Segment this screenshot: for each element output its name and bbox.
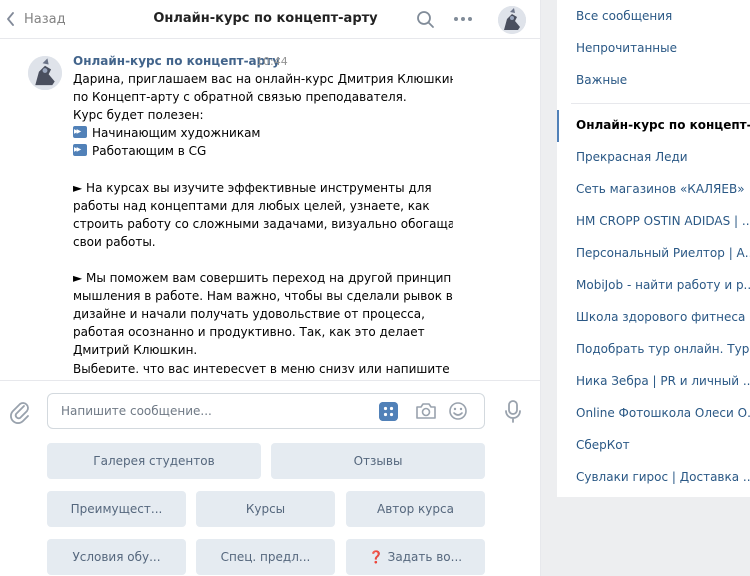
filter-all-messages[interactable]: Все сообщения bbox=[576, 9, 672, 23]
conversation-item[interactable]: Персональный Риелтор | А... bbox=[576, 246, 750, 260]
microphone-icon[interactable] bbox=[503, 399, 523, 425]
message-line: ► Мы поможем вам совершить переход на др… bbox=[73, 271, 452, 286]
conversation-item[interactable]: Подобрать тур онлайн. Тур... bbox=[576, 342, 750, 356]
message-line: строить работу со сложными задачами, виз… bbox=[73, 216, 453, 231]
conversation-item[interactable]: Прекрасная Леди bbox=[576, 150, 688, 164]
message-line: Начинающим художникам bbox=[73, 124, 453, 142]
message-text: Дарина, приглашаем вас на онлайн-курс Дм… bbox=[73, 70, 453, 373]
message-line: Дарина, приглашаем вас на онлайн-курс Дм… bbox=[73, 72, 453, 86]
message-line: Дмитрий Клюшкин. bbox=[73, 343, 198, 358]
sidebar-divider bbox=[571, 103, 750, 104]
search-icon[interactable] bbox=[416, 10, 435, 29]
keyboard-icon[interactable] bbox=[379, 402, 398, 421]
active-conversation-marker bbox=[557, 110, 559, 142]
message-line: работая осознанно и продуктивно. Так, ка… bbox=[73, 325, 425, 340]
chat-title: Онлайн-курс по концепт-арту bbox=[153, 11, 378, 26]
message-line-text: Работающим в CG bbox=[92, 144, 207, 159]
conversation-item[interactable]: MobiJob - найти работу и р... bbox=[576, 278, 750, 292]
smile-icon[interactable] bbox=[448, 401, 468, 421]
conversations-sidebar: Все сообщения Непрочитанные Важные Онлай… bbox=[557, 0, 750, 497]
knight-icon bbox=[28, 56, 62, 90]
knight-icon bbox=[498, 6, 526, 34]
message-line: Выберите, что вас интересует в меню сниз… bbox=[73, 361, 450, 374]
filter-important[interactable]: Важные bbox=[576, 73, 627, 87]
message-line: свои работы. bbox=[73, 234, 156, 249]
message-avatar[interactable] bbox=[28, 56, 62, 90]
keyboard-button-ask-question[interactable]: ❓ Задать во... bbox=[346, 539, 485, 575]
message-line: дизайне и начали получать удовольствие о… bbox=[73, 307, 425, 322]
message-line: ► На курсах вы изучите эффективные инстр… bbox=[73, 180, 432, 195]
conversation-item[interactable]: Ника Зебра | PR и личный ... bbox=[576, 374, 750, 388]
keyboard-button-courses[interactable]: Курсы bbox=[196, 491, 335, 527]
keyboard-button-special-offer[interactable]: Спец. предл... bbox=[196, 539, 335, 575]
keyboard-button-advantages[interactable]: Преимущест... bbox=[47, 491, 186, 527]
more-icon[interactable] bbox=[453, 12, 473, 26]
message-line-text: Начинающим художникам bbox=[92, 126, 261, 141]
message-placeholder: Напишите сообщение... bbox=[61, 404, 212, 418]
message-time: 10:44 bbox=[256, 55, 288, 68]
message-line: Работающим в CG bbox=[73, 142, 453, 160]
conversation-item[interactable]: Online Фотошкола Олеси О... bbox=[576, 406, 750, 420]
composer-divider bbox=[0, 380, 541, 381]
keyboard-button-conditions[interactable]: Условия обу... bbox=[47, 539, 186, 575]
keyboard-button-reviews[interactable]: Отзывы bbox=[271, 443, 485, 479]
chat-panel: Назад Онлайн-курс по концепт-арту Онлайн… bbox=[0, 0, 541, 576]
fast-forward-icon bbox=[73, 143, 87, 157]
message-input[interactable]: Напишите сообщение... bbox=[47, 393, 485, 429]
community-avatar[interactable] bbox=[498, 6, 526, 34]
conversation-item[interactable]: Сувлаки гирос | Доставка ... bbox=[576, 470, 750, 484]
message-author[interactable]: Онлайн-курс по концепт-арту bbox=[73, 54, 280, 68]
message-line: по Концепт-арту с обратной связью препод… bbox=[73, 90, 407, 105]
keyboard-button-gallery[interactable]: Галерея студентов bbox=[47, 443, 261, 479]
conversation-item[interactable]: СберКот bbox=[576, 438, 630, 452]
keyboard-button-author[interactable]: Автор курса bbox=[346, 491, 485, 527]
chat-header: Назад Онлайн-курс по концепт-арту bbox=[0, 0, 541, 39]
paperclip-icon[interactable] bbox=[9, 400, 31, 424]
camera-icon[interactable] bbox=[415, 401, 437, 421]
conversation-item[interactable]: HM CROPP OSTIN ADIDAS | ... bbox=[576, 214, 750, 228]
conversation-item[interactable]: Сеть магазинов «КАЛЯЕВ» bbox=[576, 182, 745, 196]
message-line: Курс будет полезен: bbox=[73, 108, 204, 123]
message-line bbox=[73, 251, 453, 269]
fast-forward-icon bbox=[73, 125, 87, 139]
message-line: работы над концептами для любых целей, у… bbox=[73, 198, 430, 213]
filter-unread[interactable]: Непрочитанные bbox=[576, 41, 677, 55]
conversation-item[interactable]: Школа здорового фитнеса ... bbox=[576, 310, 750, 324]
conversation-item[interactable]: Онлайн-курс по концепт-арту bbox=[576, 118, 750, 132]
message-line: мышления в работе. Нам важно, чтобы вы с… bbox=[73, 289, 453, 304]
message-line bbox=[73, 160, 453, 178]
